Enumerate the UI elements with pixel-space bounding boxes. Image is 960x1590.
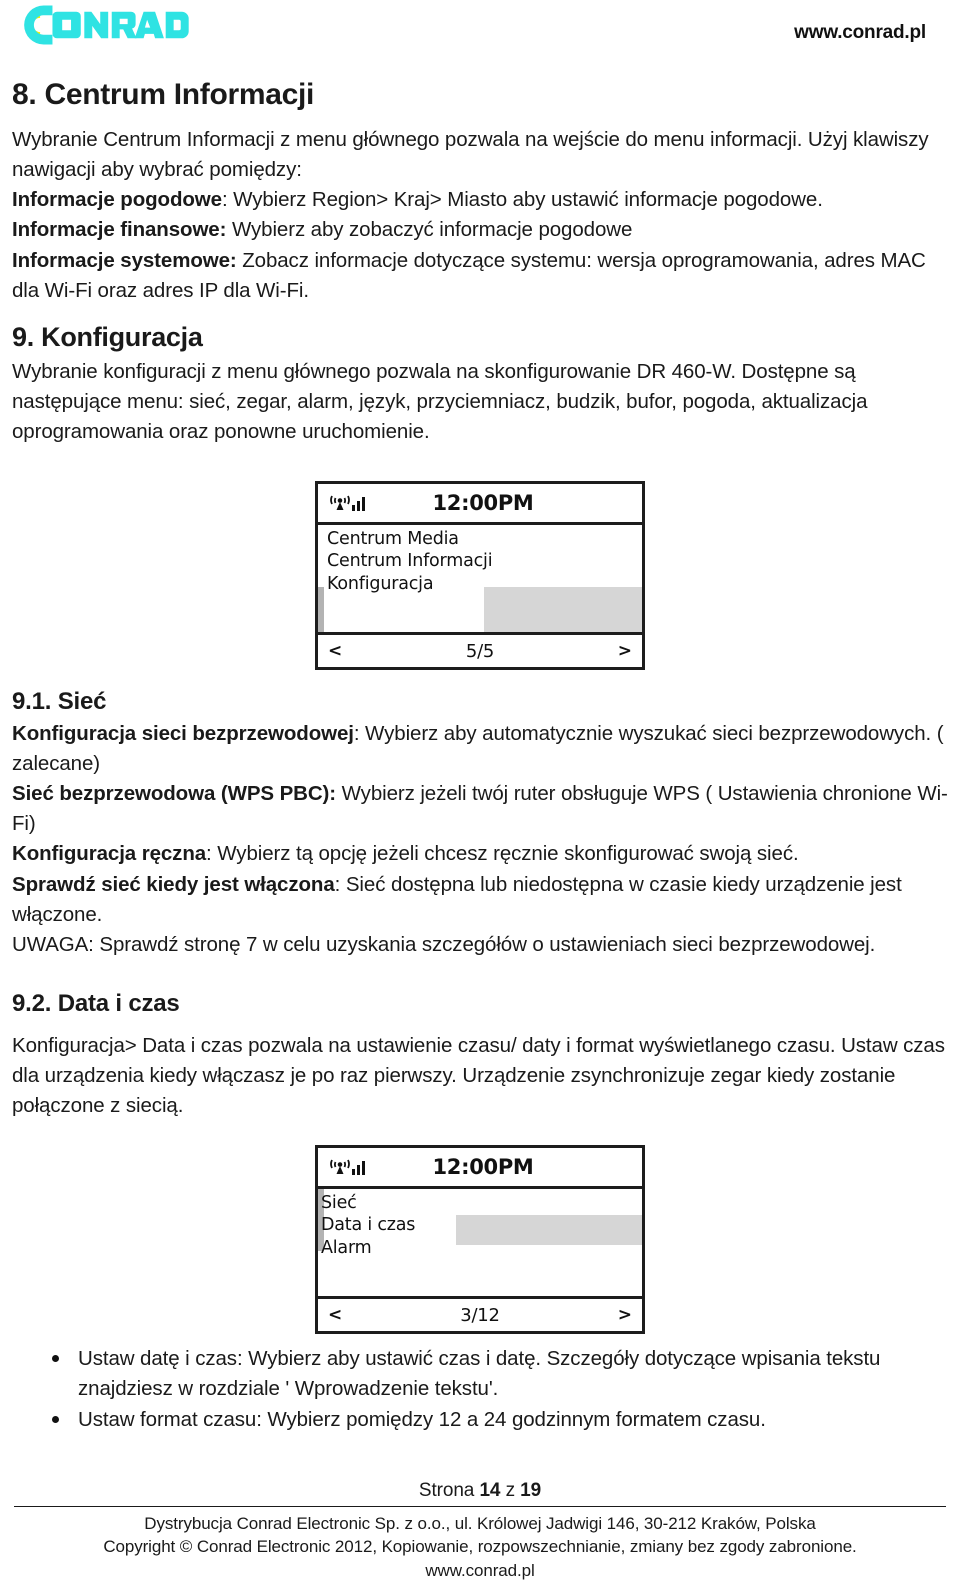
heading-section-8: 8. Centrum Informacji: [12, 78, 315, 111]
conrad-logo-svg: [24, 5, 189, 45]
lcd1-scrollbar-thumb[interactable]: [318, 587, 324, 633]
heading-section-9-2: 9.2. Data i czas: [12, 989, 180, 1017]
lcd1-scrollbar[interactable]: [318, 525, 324, 633]
page-number: Strona 14 z 19: [0, 1480, 960, 1502]
lcd-screenshot-1-wrapper: 12:00PM Centrum Media Centrum Informacji…: [12, 481, 948, 671]
section-9-1-wifi-config-line: Konfiguracja sieci bezprzewodowej: Wybie…: [12, 719, 948, 779]
lcd1-menu-area: Centrum Media Centrum Informacji Konfigu…: [318, 525, 642, 633]
wifi-signal-icon: [328, 491, 368, 515]
lcd1-menu-item-1[interactable]: Centrum Informacji: [327, 550, 493, 572]
spacer-before-lcd-2: [12, 1121, 948, 1145]
system-label: Informacje systemowe:: [12, 248, 237, 272]
section-9-1-wps-line: Sieć bezprzewodowa (WPS PBC): Wybierz je…: [12, 779, 948, 839]
section-9-2-paragraph-1: Konfiguracja> Data i czas pozwala na ust…: [12, 1033, 945, 1118]
lcd2-page-indicator: 3/12: [460, 1304, 500, 1326]
manual-config-label: Konfiguracja ręczna: [12, 842, 207, 866]
lcd2-next-button[interactable]: >: [618, 1305, 632, 1325]
footer-address-line: Dystrybucja Conrad Electronic Sp. z o.o.…: [144, 1513, 816, 1533]
section-8-weather-line: Informacje pogodowe: Wybierz Region> Kra…: [12, 185, 948, 215]
finance-label: Informacje finansowe:: [12, 218, 227, 242]
lcd-screenshot-1: 12:00PM Centrum Media Centrum Informacji…: [315, 481, 645, 671]
lcd1-next-button[interactable]: >: [618, 641, 632, 661]
lcd2-menu-item-2[interactable]: Alarm: [321, 1237, 415, 1259]
page-number-current: 14: [479, 1479, 501, 1501]
page-number-prefix: Strona: [418, 1479, 480, 1501]
lcd2-menu-list: Sieć Data i czas Alarm: [321, 1192, 415, 1259]
spacer-before-lcd-1: [12, 447, 948, 481]
heading-section-9: 9. Konfiguracja: [12, 321, 203, 352]
footer-divider: [14, 1505, 946, 1507]
heading-section-9-1: 9.1. Sieć: [12, 688, 107, 716]
finance-text: Wybierz aby zobaczyć informacje pogodowe: [226, 218, 633, 242]
weather-label: Informacje pogodowe: [12, 188, 222, 212]
lcd1-selection-highlight: [484, 587, 642, 633]
lcd-screenshot-2-wrapper: 12:00PM Sieć Data i czas Alarm < 3/12 >: [12, 1145, 948, 1335]
list-item: Ustaw format czasu: Wybierz pomiędzy 12 …: [52, 1405, 948, 1435]
lcd1-page-indicator: 5/5: [465, 640, 495, 662]
lcd2-menu-item-0[interactable]: Sieć: [321, 1192, 415, 1214]
lcd2-prev-button[interactable]: <: [328, 1305, 342, 1325]
section-9-2-bullet-list: Ustaw datę i czas: Wybierz aby ustawić c…: [12, 1344, 948, 1435]
spacer-after-9-2-heading: [12, 1021, 948, 1031]
section-9-1-check-line: Sprawdź sieć kiedy jest włączona: Sieć d…: [12, 870, 948, 930]
wifi-signal-icon-svg: [330, 495, 365, 512]
conrad-logo: [12, 2, 192, 48]
lcd1-menu-item-0[interactable]: Centrum Media: [327, 528, 492, 550]
page-footer: Strona 14 z 19 Dystrybucja Conrad Electr…: [0, 1480, 960, 1582]
lcd-screenshot-2: 12:00PM Sieć Data i czas Alarm < 3/12 >: [315, 1145, 645, 1335]
page-header: www.conrad.pl: [12, 0, 948, 66]
wifi-signal-icon: [328, 1155, 368, 1179]
lcd2-menu-area: Sieć Data i czas Alarm: [318, 1189, 642, 1296]
lcd1-prev-button[interactable]: <: [328, 641, 342, 661]
lcd2-menu-item-1[interactable]: Data i czas: [321, 1214, 415, 1236]
lcd1-menu-list: Centrum Media Centrum Informacji Konfigu…: [327, 528, 493, 595]
list-item: Ustaw datę i czas: Wybierz aby ustawić c…: [52, 1344, 948, 1404]
site-url: www.conrad.pl: [794, 22, 926, 43]
document-page: www.conrad.pl 8. Centrum Informacji Wybr…: [0, 0, 960, 1590]
section-9-paragraph-1: Wybranie konfiguracji z menu głównego po…: [12, 359, 868, 444]
footer-copyright-line: Copyright © Conrad Electronic 2012, Kopi…: [103, 1537, 857, 1557]
lcd1-footer-bar: < 5/5 >: [318, 632, 642, 667]
section-8-finance-line: Informacje finansowe: Wybierz aby zobacz…: [12, 215, 948, 245]
section-8-paragraph-1: Wybranie Centrum Informacji z menu główn…: [12, 128, 929, 182]
section-8-system-line: Informacje systemowe: Zobacz informacje …: [12, 246, 948, 306]
check-network-label: Sprawdź sieć kiedy jest włączona: [12, 872, 335, 896]
weather-text: : Wybierz Region> Kraj> Miasto aby ustaw…: [221, 188, 823, 212]
lcd1-menu-item-2[interactable]: Konfiguracja: [327, 573, 492, 595]
wps-label: Sieć bezprzewodowa (WPS PBC):: [12, 782, 336, 806]
lcd2-status-bar: 12:00PM: [318, 1148, 642, 1190]
wifi-config-label: Konfiguracja sieci bezprzewodowej: [12, 721, 354, 745]
manual-config-text: : Wybierz tą opcję jeżeli chcesz ręcznie…: [206, 842, 799, 866]
lcd1-status-bar: 12:00PM: [318, 484, 642, 526]
wifi-signal-icon-svg: [330, 1159, 365, 1176]
section-9-1-manual-line: Konfiguracja ręczna: Wybierz tą opcję je…: [12, 839, 948, 869]
page-number-total: 19: [520, 1479, 542, 1501]
page-number-mid: z: [500, 1479, 521, 1501]
lcd2-selection-highlight: [456, 1215, 642, 1246]
footer-url-line: www.conrad.pl: [425, 1560, 535, 1580]
section-9-1-note: UWAGA: Sprawdź stronę 7 w celu uzyskania…: [12, 932, 876, 956]
lcd2-footer-bar: < 3/12 >: [318, 1296, 642, 1331]
